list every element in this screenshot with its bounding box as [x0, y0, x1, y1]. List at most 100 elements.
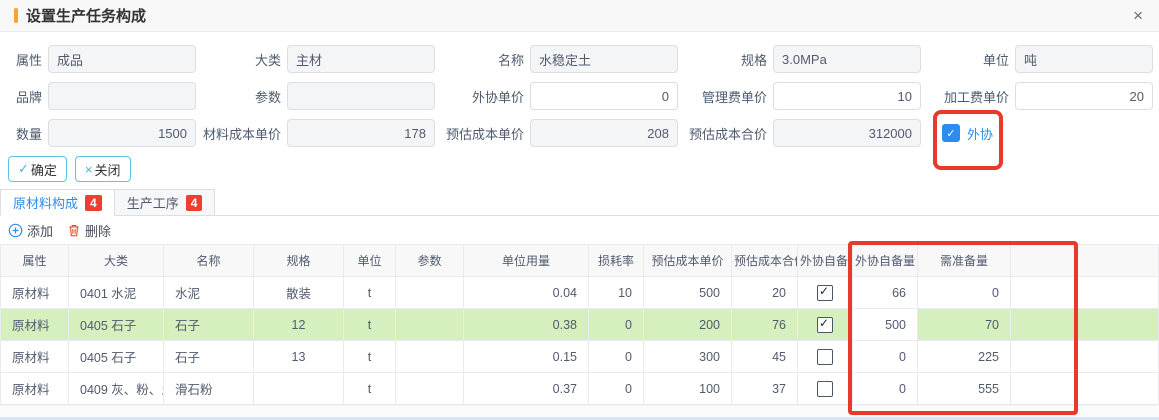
- cell-outsource-self-material: [798, 309, 853, 341]
- table-row[interactable]: 原材料 0405 石子 石子 12 t 0.38 0 200 76 500 70: [1, 309, 1159, 341]
- cell-param: [396, 309, 464, 341]
- estimated-cost-total-label: 预估成本合价: [684, 124, 767, 143]
- col-header-loss-rate: 损耗率: [589, 245, 644, 277]
- page-title: 设置生产任务构成: [26, 5, 146, 26]
- outsource-price-label: 外协单价: [441, 87, 524, 106]
- cell-est-cost-total: 37: [732, 373, 798, 405]
- outsource-checkbox-label: 外协: [967, 124, 993, 143]
- cell-empty: [1011, 373, 1159, 405]
- table-row[interactable]: 原材料 0405 石子 石子 13 t 0.15 0 300 45 0 225: [1, 341, 1159, 373]
- cell-param: [396, 341, 464, 373]
- estimated-cost-price-input[interactable]: [530, 119, 678, 147]
- category-label: 大类: [202, 50, 281, 69]
- cell-est-cost-price: 300: [644, 341, 732, 373]
- col-header-param: 参数: [396, 245, 464, 277]
- cell-outsource-self-qty: 0: [853, 341, 918, 373]
- cell-loss-rate: 0: [589, 373, 644, 405]
- cell-unit: t: [344, 373, 396, 405]
- cell-empty: [1011, 277, 1159, 309]
- cell-name: 石子: [164, 309, 254, 341]
- tab-production-process[interactable]: 生产工序 4: [115, 189, 216, 216]
- outsource-checkbox-group: 外协: [927, 124, 1153, 143]
- unit-input[interactable]: [1015, 45, 1153, 73]
- category-input[interactable]: [287, 45, 435, 73]
- brand-input[interactable]: [48, 82, 196, 110]
- outsource-checkbox[interactable]: [942, 124, 960, 142]
- attr-label: 属性: [2, 50, 42, 69]
- param-input[interactable]: [287, 82, 435, 110]
- processing-fee-input[interactable]: [1015, 82, 1153, 110]
- close-button-label: 关闭: [95, 160, 121, 179]
- cell-category: 0409 灰、粉、土等: [69, 373, 164, 405]
- horizontal-scrollbar[interactable]: [0, 405, 1159, 420]
- attr-input[interactable]: [48, 45, 196, 73]
- table-row[interactable]: 原材料 0409 灰、粉、土等 滑石粉 t 0.37 0 100 37 0 55…: [1, 373, 1159, 405]
- spec-input[interactable]: [773, 45, 921, 73]
- cell-attr: 原材料: [1, 309, 69, 341]
- material-cost-price-input[interactable]: [287, 119, 435, 147]
- close-icon[interactable]: ×: [1133, 7, 1143, 24]
- col-header-unit-usage: 单位用量: [464, 245, 589, 277]
- title-accent-bar-icon: [14, 8, 18, 23]
- tab-raw-materials[interactable]: 原材料构成 4: [0, 189, 115, 216]
- outsource-price-input[interactable]: [530, 82, 678, 110]
- cell-unit-usage: 0.04: [464, 277, 589, 309]
- close-x-icon: ×: [85, 162, 93, 177]
- check-icon: ✓: [18, 161, 29, 177]
- action-buttons: ✓ 确定 × 关闭: [8, 156, 1159, 182]
- param-label: 参数: [202, 87, 281, 106]
- estimated-cost-price-label: 预估成本单价: [441, 124, 524, 143]
- row-checkbox[interactable]: [817, 381, 833, 397]
- materials-table: 属性 大类 名称 规格 单位 参数 单位用量 损耗率 预估成本单价 预估成本合价…: [0, 244, 1159, 405]
- cell-unit-usage: 0.37: [464, 373, 589, 405]
- outsource-checkbox-wrap: 外协: [942, 124, 993, 143]
- close-button[interactable]: × 关闭: [75, 156, 131, 182]
- confirm-button[interactable]: ✓ 确定: [8, 156, 67, 182]
- cell-outsource-self-qty-editing[interactable]: 500: [853, 309, 918, 341]
- name-label: 名称: [441, 50, 524, 69]
- col-header-outsource-self-qty: 外协自备量: [853, 245, 918, 277]
- col-header-attr: 属性: [1, 245, 69, 277]
- cell-category: 0401 水泥: [69, 277, 164, 309]
- add-button[interactable]: 添加: [8, 221, 53, 240]
- cell-outsource-self-qty: 0: [853, 373, 918, 405]
- cell-required-qty: 225: [918, 341, 1011, 373]
- row-checkbox[interactable]: [817, 317, 833, 333]
- management-fee-label: 管理费单价: [684, 87, 767, 106]
- cell-unit: t: [344, 309, 396, 341]
- materials-table-wrap: 属性 大类 名称 规格 单位 参数 单位用量 损耗率 预估成本单价 预估成本合价…: [0, 244, 1159, 405]
- form-row-2: 品牌 参数 外协单价 管理费单价 加工费单价: [2, 82, 1153, 110]
- cell-est-cost-total: 76: [732, 309, 798, 341]
- cell-est-cost-price: 200: [644, 309, 732, 341]
- table-toolbar: 添加 删除: [0, 216, 1159, 244]
- form-row-3: 数量 材料成本单价 预估成本单价 预估成本合价 外协: [2, 119, 1153, 147]
- estimated-cost-total-input[interactable]: [773, 119, 921, 147]
- cell-param: [396, 373, 464, 405]
- quantity-input[interactable]: [48, 119, 196, 147]
- cell-required-qty: 555: [918, 373, 1011, 405]
- cell-outsource-self-material: [798, 341, 853, 373]
- delete-button[interactable]: 删除: [67, 221, 111, 240]
- col-header-category: 大类: [69, 245, 164, 277]
- table-row[interactable]: 原材料 0401 水泥 水泥 散装 t 0.04 10 500 20 66 0: [1, 277, 1159, 309]
- management-fee-input[interactable]: [773, 82, 921, 110]
- form-row-1: 属性 大类 名称 规格 单位: [2, 45, 1153, 73]
- cell-unit-usage: 0.15: [464, 341, 589, 373]
- cell-loss-rate: 10: [589, 277, 644, 309]
- cell-attr: 原材料: [1, 277, 69, 309]
- row-checkbox[interactable]: [817, 349, 833, 365]
- name-input[interactable]: [530, 45, 678, 73]
- cell-loss-rate: 0: [589, 309, 644, 341]
- dialog-titlebar: 设置生产任务构成 ×: [0, 0, 1159, 32]
- cell-est-cost-total: 20: [732, 277, 798, 309]
- cell-category: 0405 石子: [69, 341, 164, 373]
- cell-param: [396, 277, 464, 309]
- row-checkbox[interactable]: [817, 285, 833, 301]
- cell-required-qty: 0: [918, 277, 1011, 309]
- col-header-est-cost-total: 预估成本合价: [732, 245, 798, 277]
- cell-est-cost-total: 45: [732, 341, 798, 373]
- tab-raw-materials-badge: 4: [85, 195, 102, 211]
- cell-name: 水泥: [164, 277, 254, 309]
- tab-bar: 原材料构成 4 生产工序 4: [0, 188, 1159, 216]
- tab-production-process-badge: 4: [186, 195, 203, 211]
